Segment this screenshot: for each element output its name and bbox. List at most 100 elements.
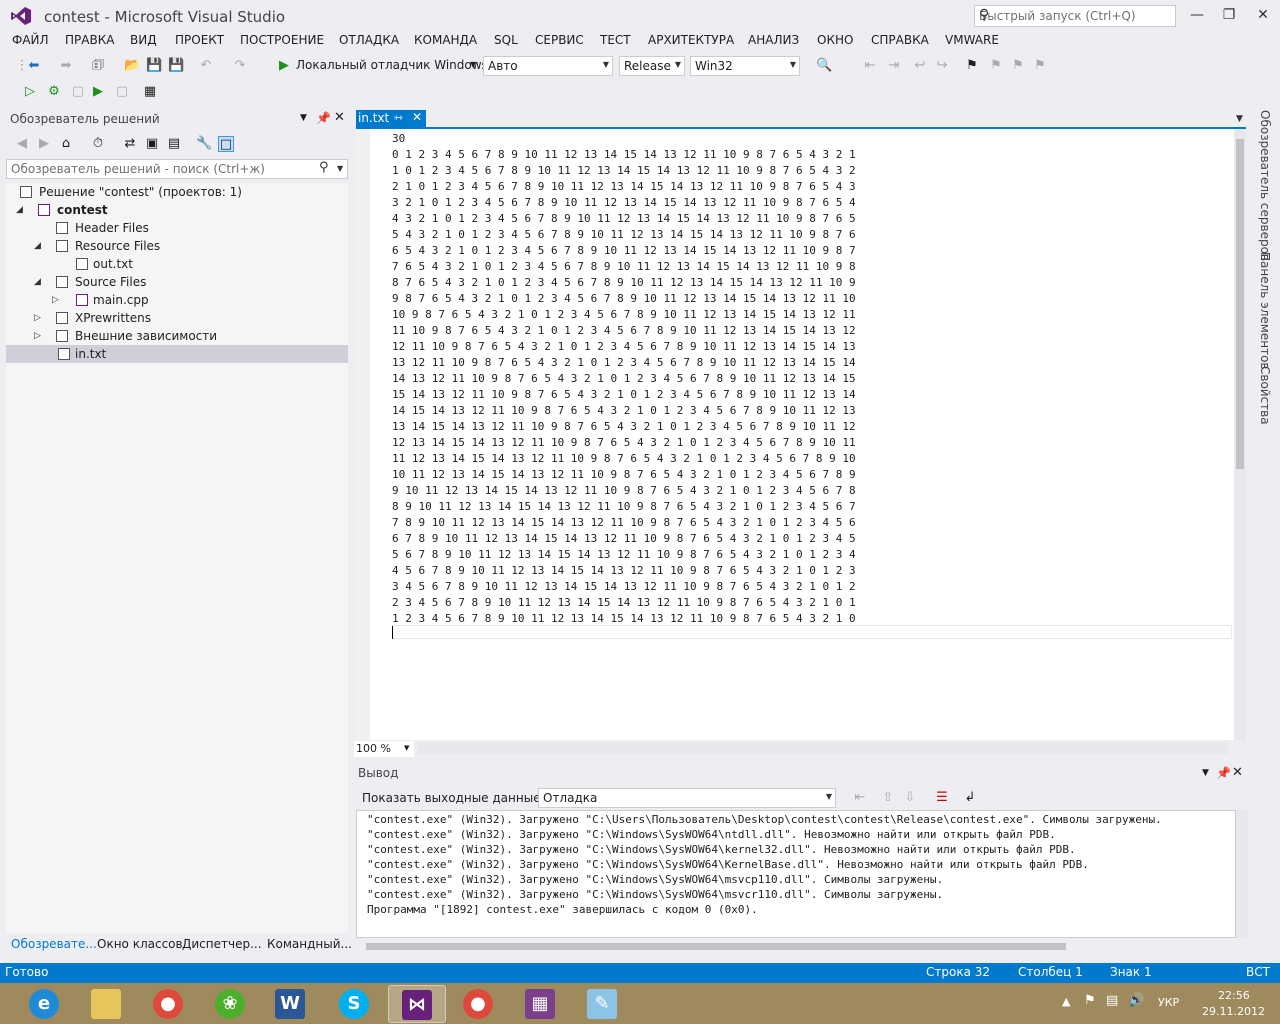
debugger-button[interactable]: Локальный отладчик Windows [296,58,488,72]
menu-view[interactable]: ВИД [130,33,157,47]
redo-icon[interactable]: ↷ [232,58,248,74]
next-bookmark-icon[interactable]: ⚑ [1010,58,1026,74]
tab-property-manager[interactable]: Диспетчер... [182,937,262,951]
build-config-combo[interactable]: Release ▼ [619,56,685,76]
menu-debug[interactable]: ОТЛАДКА [339,33,399,47]
back-icon[interactable]: ◀ [14,136,30,152]
vm-snapshot-icon[interactable]: ▢ [114,84,130,100]
pin-icon[interactable]: 📌 [1216,766,1231,780]
taskbar-notepad[interactable]: ✎ [574,985,632,1023]
taskbar-winrar[interactable]: ▦ [512,985,570,1023]
expand-arrow-icon[interactable]: ▷ [34,309,41,327]
tray-flag-icon[interactable]: ⚑ [1084,993,1096,1008]
menu-sql[interactable]: SQL [494,33,518,47]
save-all-icon[interactable]: 💾 [168,58,184,74]
close-icon[interactable]: ✕ [334,110,345,125]
uncomment-icon[interactable]: ↪ [934,58,950,74]
document-tab-in-txt[interactable]: in.txt ⇿ ✕ [356,110,426,128]
sync-icon[interactable]: ⇄ [122,136,138,152]
forward-icon[interactable]: ➡ [58,58,74,74]
taskbar-internet-explorer[interactable]: e [16,985,74,1023]
output-vertical-scrollbar[interactable] [1236,810,1248,938]
new-project-icon[interactable]: 🗊 [90,58,106,74]
vm-config-icon[interactable]: ▦ [142,84,158,100]
chevron-down-icon[interactable]: ▼ [300,113,307,123]
tree-item-folder[interactable]: ◢ Source Files [6,273,348,291]
vm-stop-icon[interactable]: ▢ [70,84,86,100]
collapse-arrow-icon[interactable]: ◢ [34,273,41,291]
indent-icon[interactable]: ⇤ [862,58,878,74]
taskbar-icq[interactable]: ❀ [202,985,260,1023]
menu-team[interactable]: КОМАНДА [414,33,477,47]
taskbar-chrome-2[interactable]: ● [450,985,508,1023]
output-window[interactable]: "contest.exe" (Win32). Загружено "C:\Use… [356,810,1236,938]
taskbar-visual-studio[interactable]: ⋈ [388,985,446,1023]
tray-date[interactable]: 29.11.2012 [1202,1005,1265,1018]
tab-class-view[interactable]: Окно классов [97,937,183,951]
bookmark-icon[interactable]: ⚑ [964,58,980,74]
menu-window[interactable]: ОКНО [817,33,853,47]
close-icon[interactable]: ✕ [412,110,422,124]
undo-icon[interactable]: ↶ [198,58,214,74]
expand-arrow-icon[interactable]: ▷ [34,327,41,345]
output-horizontal-scrollbar[interactable] [356,940,1236,954]
tray-expand-icon[interactable]: ▲ [1062,995,1070,1008]
taskbar-file-explorer[interactable] [78,985,136,1023]
tree-item-file[interactable]: out.txt [6,255,348,273]
save-icon[interactable]: 💾 [146,58,162,74]
show-all-files-icon[interactable]: ▤ [166,136,182,152]
chevron-down-icon[interactable]: ▼ [1202,768,1209,778]
forward-icon[interactable]: ▶ [36,136,52,152]
preview-icon[interactable]: □ [218,136,234,152]
find-in-files-icon[interactable]: 🔍 [816,58,832,74]
pin-icon[interactable]: 📌 [316,111,331,125]
vm-start-icon[interactable]: ▷ [22,84,38,100]
chevron-down-icon[interactable]: ▼ [470,60,476,69]
tray-network-icon[interactable]: ▤ [1106,993,1118,1008]
taskbar-chrome[interactable]: ● [140,985,198,1023]
tree-item-project[interactable]: ◢ contest [6,201,348,219]
clear-bookmarks-icon[interactable]: ⚑ [1032,58,1048,74]
vm-attach-icon[interactable]: ⚙ [46,84,62,100]
minimize-button[interactable]: — [1180,2,1214,28]
find-message-icon[interactable]: ⇤ [852,790,868,806]
prev-message-icon[interactable]: ⇧ [880,790,896,806]
tree-item-folder[interactable]: ▷ XPrewrittens [6,309,348,327]
properties-icon[interactable]: 🔧 [196,136,212,152]
tab-properties[interactable]: Свойства [1258,366,1272,425]
tray-volume-icon[interactable]: 🔊 [1128,993,1144,1008]
menu-architecture[interactable]: АРХИТЕКТУРА [648,33,734,47]
pending-changes-icon[interactable]: ⏱ [90,136,106,152]
tree-item-solution[interactable]: Решение "contest" (проектов: 1) [6,183,348,201]
editor-horizontal-scrollbar[interactable] [418,742,1228,754]
pin-icon[interactable]: ⇿ [394,111,403,124]
menu-build[interactable]: ПОСТРОЕНИЕ [240,33,324,47]
taskbar-word[interactable]: W [262,985,320,1023]
scrollbar-thumb[interactable] [366,943,1066,950]
tree-item-file-selected[interactable]: in.txt [6,345,348,363]
tree-item-file[interactable]: ▷ main.cpp [6,291,348,309]
taskbar-skype[interactable]: S [326,985,384,1023]
prev-bookmark-icon[interactable]: ⚑ [988,58,1004,74]
start-debugging-icon[interactable]: ▶ [276,58,292,74]
menu-project[interactable]: ПРОЕКТ [175,33,224,47]
text-editor[interactable]: 30 0 1 2 3 4 5 6 7 8 9 10 11 12 13 14 15 … [356,129,1234,740]
menu-test[interactable]: ТЕСТ [600,33,631,47]
menu-file[interactable]: ФАЙЛ [12,33,49,47]
tab-server-explorer[interactable]: Обозреватель серверов [1258,110,1272,261]
chevron-down-icon[interactable]: ▼ [1236,114,1243,124]
clear-all-icon[interactable]: ☰ [934,790,950,806]
quick-launch-input[interactable]: Быстрый запуск (Ctrl+Q) ⚲ [974,5,1176,27]
menu-tools[interactable]: СЕРВИС [535,33,584,47]
menu-vmware[interactable]: VMWARE [945,33,999,47]
comment-icon[interactable]: ↩ [912,58,928,74]
output-source-combo[interactable]: Отладка ▼ [538,788,836,808]
editor-vertical-scrollbar[interactable] [1234,129,1246,740]
outdent-icon[interactable]: ⇥ [886,58,902,74]
solution-config-combo[interactable]: Авто ▼ [483,56,613,76]
tab-team-explorer[interactable]: Командный... [267,937,352,951]
zoom-combo[interactable]: 100 % ▼ [354,741,414,757]
menu-analyze[interactable]: АНАЛИЗ [748,33,799,47]
back-icon[interactable]: ⬅ [26,58,42,74]
open-file-icon[interactable]: 📂 [124,58,140,74]
